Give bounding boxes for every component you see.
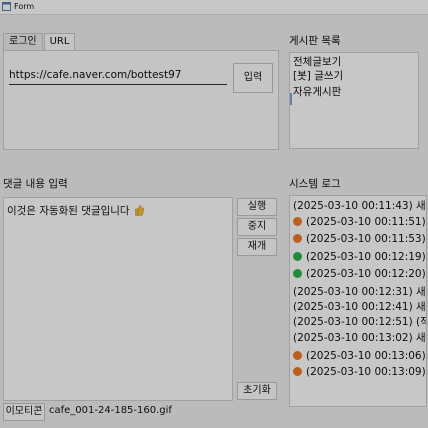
login-tabs: 로그인 URL bbox=[3, 33, 76, 50]
log-line-text: (2025-03-10 00:12:41) 새로운 게 bbox=[293, 301, 426, 313]
resume-button[interactable]: 재개 bbox=[237, 238, 277, 256]
log-line-text: (2025-03-10 00:11:51): 작업 중 bbox=[306, 216, 427, 228]
run-button[interactable]: 실행 bbox=[237, 198, 277, 216]
system-log-list[interactable]: (2025-03-10 00:11:43) 새로운 게시 (2025-03-10 … bbox=[289, 195, 427, 407]
status-dot-orange-icon bbox=[293, 367, 302, 376]
status-dot-green-icon bbox=[293, 252, 302, 261]
url-input[interactable]: https://cafe.naver.com/bottest97 bbox=[9, 68, 227, 85]
log-line-text: (2025-03-10 00:13:06): 작업 중 bbox=[306, 350, 427, 362]
log-line: (2025-03-10 00:12:31) 새로운 게 bbox=[293, 285, 426, 299]
log-line: (2025-03-10 00:12:20) 자유게시 bbox=[293, 267, 426, 281]
comment-text: 이것은 자동화된 댓글입니다 bbox=[7, 205, 144, 217]
window-titlebar: Form bbox=[0, 0, 428, 15]
log-line-text: (2025-03-10 00:12:20) 자유게시 bbox=[306, 268, 426, 280]
comment-text-value: 이것은 자동화된 댓글입니다 bbox=[7, 205, 130, 217]
log-line: (2025-03-10 00:13:09): 초기화 bbox=[293, 365, 427, 379]
status-dot-green-icon bbox=[293, 269, 302, 278]
log-line: (2025-03-10 00:12:51) (작성 완료! bbox=[293, 315, 426, 329]
log-line-text: (2025-03-10 00:12:51) (작성 완료! bbox=[293, 316, 426, 328]
thumbs-up-icon bbox=[135, 205, 144, 216]
reset-button[interactable]: 초기화 bbox=[237, 382, 277, 400]
window-title: Form bbox=[14, 2, 35, 11]
log-line: (2025-03-10 00:13:02) 새로운 게시 bbox=[293, 331, 426, 345]
status-dot-orange-icon bbox=[293, 234, 302, 243]
url-submit-button[interactable]: 입력 bbox=[233, 63, 273, 93]
status-dot-orange-icon bbox=[293, 351, 302, 360]
log-line: (2025-03-10 00:12:41) 새로운 게 bbox=[293, 300, 426, 314]
log-line-text: (2025-03-10 00:12:19) 전체글보 bbox=[306, 251, 426, 263]
board-item-free[interactable]: 자유게시판 bbox=[293, 86, 341, 98]
tab-login[interactable]: 로그인 bbox=[3, 33, 43, 50]
log-line-text: (2025-03-10 00:13:09): 초기화 bbox=[306, 366, 427, 378]
log-line: (2025-03-10 00:11:43) 새로운 게시 bbox=[293, 199, 426, 213]
log-line: (2025-03-10 00:13:06): 작업 중 bbox=[293, 349, 427, 363]
log-line: (2025-03-10 00:12:19) 전체글보 bbox=[293, 250, 426, 264]
board-list-title: 게시판 목록 bbox=[289, 35, 341, 47]
board-item-all[interactable]: 전체글보기 bbox=[293, 56, 341, 68]
emoticon-file-name: cafe_001-24-185-160.gif bbox=[49, 405, 172, 416]
log-line-text: (2025-03-10 00:11:43) 새로운 게시 bbox=[293, 200, 426, 212]
board-list[interactable]: 전체글보기 [봇] 글쓰기 자유게시판 bbox=[289, 52, 419, 149]
log-line-text: (2025-03-10 00:13:02) 새로운 게시 bbox=[293, 332, 426, 344]
app-icon bbox=[2, 2, 11, 11]
stop-button[interactable]: 중지 bbox=[237, 218, 277, 236]
system-log-title: 시스템 로그 bbox=[289, 178, 341, 190]
emoticon-button[interactable]: 이모티콘 bbox=[3, 403, 45, 421]
tab-url[interactable]: URL bbox=[43, 33, 76, 50]
selection-caret bbox=[290, 93, 292, 105]
comment-panel-title: 댓글 내용 입력 bbox=[3, 178, 68, 190]
log-line-text: (2025-03-10 00:11:53): 초기화 bbox=[306, 233, 427, 245]
status-dot-orange-icon bbox=[293, 217, 302, 226]
log-line: (2025-03-10 00:11:53): 초기화 bbox=[293, 232, 427, 246]
comment-textarea[interactable]: 이것은 자동화된 댓글입니다 bbox=[3, 197, 233, 401]
log-line: (2025-03-10 00:11:51): 작업 중 bbox=[293, 215, 427, 229]
log-line-text: (2025-03-10 00:12:31) 새로운 게 bbox=[293, 286, 426, 298]
board-item-bot-write[interactable]: [봇] 글쓰기 bbox=[293, 70, 343, 82]
